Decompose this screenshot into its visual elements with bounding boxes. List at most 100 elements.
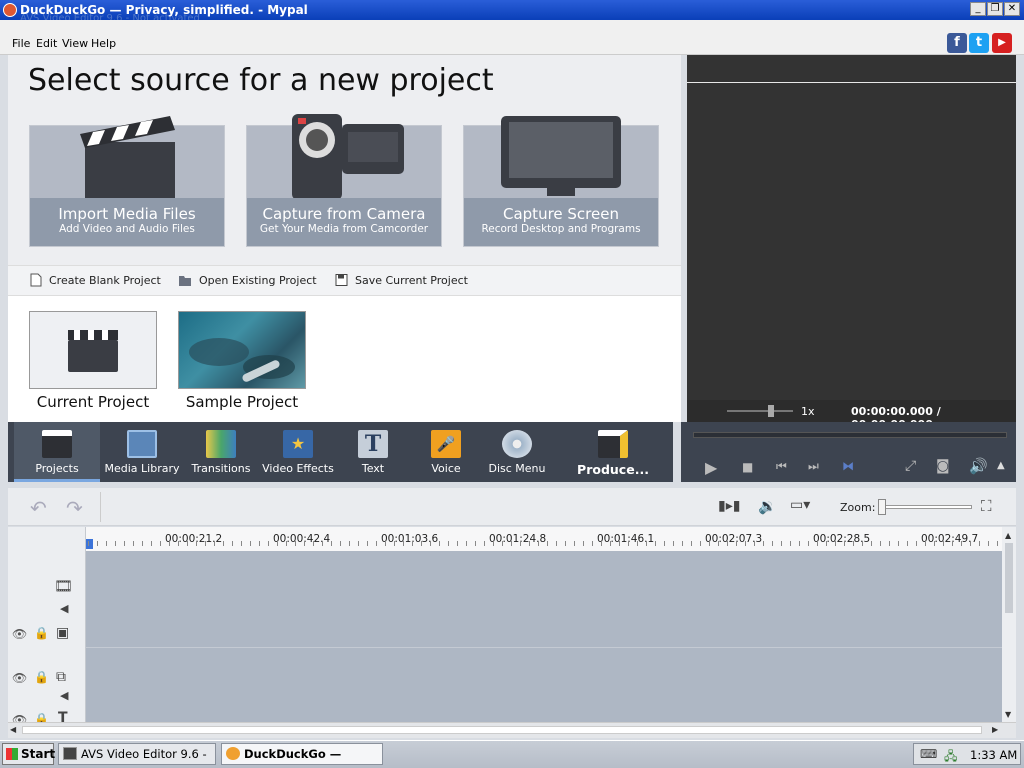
zoom-label: Zoom: <box>840 501 876 514</box>
zoom-slider-thumb[interactable] <box>878 499 886 515</box>
ruler-tick <box>484 541 485 546</box>
ruler-tick <box>475 541 476 546</box>
sample-project-thumbnail[interactable] <box>178 311 306 389</box>
browser-app-icon <box>226 747 240 760</box>
network-icon[interactable]: 🖧 <box>944 747 957 768</box>
redo-icon[interactable]: ↷ <box>66 496 83 520</box>
system-tray: ⌨ 🖧 1:33 AM <box>913 743 1021 765</box>
volume-menu-icon[interactable]: ▲ <box>997 460 1005 471</box>
ruler-tick <box>349 541 350 546</box>
audio-track-icon[interactable]: ◀ <box>60 602 68 615</box>
timeline-ruler[interactable]: 00:00:21.2 00:00:42.4 00:01:03.6 00:01:2… <box>85 527 1002 551</box>
ruler-tick <box>385 541 386 546</box>
clapperboard-icon <box>68 330 118 372</box>
previous-frame-icon[interactable]: ⏮ <box>776 459 787 474</box>
ruler-tick <box>979 541 980 546</box>
close-button[interactable]: ✕ <box>1004 2 1020 16</box>
sample-project-label[interactable]: Sample Project <box>172 393 312 411</box>
taskbar-item-avs[interactable]: AVS Video Editor 9.6 - N... <box>58 743 216 768</box>
tab-text[interactable]: T Text <box>338 422 408 482</box>
scroll-up-icon[interactable]: ▲ <box>1005 531 1011 540</box>
toolbar-divider <box>100 492 101 522</box>
ruler-tick <box>196 541 197 546</box>
menu-file[interactable]: File <box>12 37 30 50</box>
speed-slider-track[interactable] <box>727 410 793 412</box>
tab-produce[interactable]: Produce... <box>572 422 654 482</box>
play-icon[interactable]: ▶ <box>705 458 717 477</box>
ruler-tick <box>394 541 395 546</box>
current-project-thumbnail[interactable] <box>29 311 157 389</box>
tab-projects[interactable]: Projects <box>14 422 100 482</box>
ruler-tick <box>151 541 152 546</box>
lock-icon[interactable]: 🔒 <box>34 626 49 640</box>
current-project-label[interactable]: Current Project <box>23 393 163 411</box>
preview-time-bar: 1x 00:00:00.000 / 00:00:00.000 <box>687 400 1016 431</box>
eye-icon[interactable]: 👁 <box>12 627 27 641</box>
audio-mix-icon[interactable]: 🔉 <box>758 497 777 515</box>
stop-icon[interactable]: ■ <box>742 460 753 474</box>
horizontal-scrollbar[interactable]: ◀ ▶ <box>8 722 1016 738</box>
track-separator <box>86 647 1002 648</box>
next-frame-icon[interactable]: ⏭ <box>808 459 819 474</box>
tab-transitions[interactable]: Transitions <box>184 422 258 482</box>
ruler-tick <box>970 541 971 546</box>
tab-disc-menu[interactable]: Disc Menu <box>484 422 550 482</box>
snapshot-icon[interactable]: ◙ <box>936 458 950 474</box>
audio-track-icon[interactable]: ◀ <box>60 689 68 702</box>
menu-edit[interactable]: Edit <box>36 37 57 50</box>
lock-icon[interactable]: 🔒 <box>34 670 49 684</box>
horizontal-scroll-thumb[interactable] <box>22 726 982 734</box>
storyboard-icon[interactable]: ▮▸▮ <box>718 498 740 514</box>
vertical-scrollbar[interactable]: ▲ ▼ <box>1002 527 1016 722</box>
scroll-left-icon[interactable]: ◀ <box>10 725 16 734</box>
tab-voice[interactable]: 🎤 Voice <box>410 422 482 482</box>
seek-bar[interactable] <box>693 432 1007 438</box>
twitter-icon[interactable]: t <box>969 33 989 53</box>
import-media-card[interactable]: Import Media Files Add Video and Audio F… <box>29 116 225 247</box>
start-button[interactable]: Start <box>2 743 55 765</box>
open-existing-project-link[interactable]: Open Existing Project <box>179 274 317 287</box>
eye-icon[interactable]: 👁 <box>12 671 27 685</box>
split-icon[interactable]: ⧓ <box>842 459 854 473</box>
ruler-tick <box>295 541 296 546</box>
ruler-tick <box>322 541 323 546</box>
capture-screen-card[interactable]: Capture Screen Record Desktop and Progra… <box>463 116 659 247</box>
create-blank-project-link[interactable]: Create Blank Project <box>30 273 161 287</box>
preview-screen <box>687 55 1016 422</box>
menu-view[interactable]: View <box>62 37 88 50</box>
facebook-icon[interactable]: f <box>947 33 967 53</box>
scroll-thumb[interactable] <box>1005 543 1013 613</box>
speed-slider-thumb[interactable] <box>768 405 774 417</box>
timeline-tracks[interactable] <box>86 551 1002 722</box>
youtube-icon[interactable]: ▶ <box>992 33 1012 53</box>
minimize-button[interactable]: _ <box>970 2 986 16</box>
fullscreen-icon[interactable]: ⤢ <box>905 458 916 474</box>
import-media-label: Import Media Files Add Video and Audio F… <box>30 198 224 246</box>
ruler-tick <box>745 541 746 546</box>
scroll-right-icon[interactable]: ▶ <box>992 725 998 734</box>
restore-button[interactable]: ❐ <box>987 2 1003 16</box>
keyboard-icon[interactable]: ⌨ <box>920 747 937 761</box>
capture-camera-card[interactable]: Capture from Camera Get Your Media from … <box>246 114 442 247</box>
camcorder-icon <box>292 114 404 200</box>
volume-icon[interactable]: 🔊 <box>969 457 988 475</box>
ruler-tick <box>286 541 287 546</box>
taskbar-item-browser[interactable]: DuckDuckGo — Privac... <box>221 743 383 768</box>
ruler-tick <box>466 541 467 546</box>
scroll-down-icon[interactable]: ▼ <box>1005 710 1011 719</box>
ruler-tick <box>637 541 638 546</box>
track-headers: 🎞 ◀ 👁 🔒 ▣ 👁 🔒 ⧉ ◀ 👁 🔒 T <box>8 527 86 727</box>
fit-to-window-icon[interactable]: ⛶ <box>981 497 992 515</box>
ruler-tick <box>997 541 998 546</box>
overlay-track-icon: ⧉ <box>56 669 66 685</box>
save-current-project-link[interactable]: Save Current Project <box>335 274 468 287</box>
clapperboard-icon <box>42 430 72 458</box>
view-mode-icon[interactable]: ▭▾ <box>790 497 810 513</box>
menu-help[interactable]: Help <box>91 37 116 50</box>
tab-media-library[interactable]: Media Library <box>102 422 182 482</box>
undo-icon[interactable]: ↶ <box>30 496 47 520</box>
tab-video-effects[interactable]: ★ Video Effects <box>260 422 336 482</box>
file-icon <box>30 273 42 287</box>
zoom-slider-track[interactable] <box>880 505 972 509</box>
microphone-icon: 🎤 <box>431 430 461 458</box>
